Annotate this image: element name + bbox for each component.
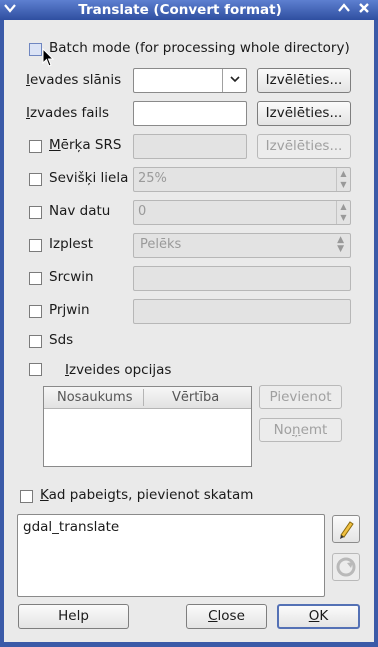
chevron-down-icon[interactable] bbox=[2, 2, 18, 18]
refresh-icon bbox=[336, 557, 356, 577]
creation-options-table[interactable]: Nosaukums Vērtība bbox=[43, 386, 252, 467]
outsize-spinbox[interactable]: 25% ▲ ▼ bbox=[133, 167, 351, 192]
help-button[interactable]: Help bbox=[18, 604, 129, 629]
window-title: Translate (Convert format) bbox=[78, 2, 282, 18]
chevron-up-icon[interactable] bbox=[336, 2, 352, 18]
updown-arrows-icon: ▲ ▼ bbox=[337, 235, 344, 254]
outsize-value: 25% bbox=[138, 171, 167, 186]
reset-command-button[interactable] bbox=[332, 553, 360, 581]
window-bottom-border bbox=[0, 642, 378, 647]
srcwin-label: Srcwin bbox=[49, 269, 94, 285]
target-srs-label: Mērķa SRS bbox=[49, 137, 122, 153]
mouse-cursor-icon bbox=[42, 48, 55, 67]
close-button[interactable]: Close bbox=[186, 604, 267, 629]
close-icon[interactable] bbox=[356, 2, 372, 18]
expand-checkbox[interactable] bbox=[29, 239, 42, 252]
remove-option-button[interactable]: Noņemt bbox=[259, 418, 342, 442]
target-srs-input[interactable] bbox=[133, 134, 247, 159]
spin-arrows-icon[interactable]: ▲ ▼ bbox=[336, 168, 350, 191]
input-layer-label: Ievades slānis bbox=[26, 72, 122, 88]
target-srs-browse-button[interactable]: Izvēlēties... bbox=[257, 134, 351, 159]
load-into-canvas-checkbox[interactable] bbox=[20, 490, 33, 503]
nodata-label: Nav datu bbox=[49, 203, 111, 219]
output-file-input[interactable] bbox=[133, 101, 247, 126]
column-divider bbox=[143, 389, 144, 406]
chevron-down-icon[interactable] bbox=[222, 69, 246, 92]
edit-command-button[interactable] bbox=[332, 515, 360, 543]
output-file-label: Izvades fails bbox=[26, 105, 110, 121]
expand-select[interactable]: Pelēks ▲ ▼ bbox=[133, 233, 351, 258]
batch-mode-checkbox[interactable] bbox=[29, 43, 42, 56]
dialog-window: Translate (Convert format) Batch mode (f… bbox=[0, 0, 378, 647]
ok-button[interactable]: OK bbox=[277, 604, 360, 629]
srcwin-input[interactable] bbox=[133, 266, 351, 291]
command-text-area[interactable]: gdal_translate bbox=[17, 514, 325, 597]
target-srs-checkbox[interactable] bbox=[29, 140, 42, 153]
creation-options-checkbox[interactable] bbox=[29, 363, 42, 376]
input-layer-combo[interactable] bbox=[133, 68, 247, 93]
expand-label: Izplest bbox=[49, 236, 94, 252]
load-into-canvas-label: Kad pabeigts, pievienot skatam bbox=[40, 487, 254, 503]
sds-label: Sds bbox=[49, 332, 74, 348]
outsize-checkbox[interactable] bbox=[29, 173, 42, 186]
expand-value: Pelēks bbox=[140, 237, 182, 252]
title-bar[interactable]: Translate (Convert format) bbox=[0, 0, 378, 20]
prjwin-input[interactable] bbox=[133, 299, 351, 324]
nodata-checkbox[interactable] bbox=[29, 206, 42, 219]
table-header: Nosaukums Vērtība bbox=[44, 387, 251, 409]
creation-options-label: Izveides opcijas bbox=[65, 362, 172, 378]
dialog-body: Batch mode (for processing whole directo… bbox=[4, 20, 374, 642]
batch-mode-label: Batch mode (for processing whole directo… bbox=[49, 40, 350, 56]
nodata-value: 0 bbox=[138, 204, 147, 219]
sds-checkbox[interactable] bbox=[29, 335, 42, 348]
outsize-label: Sevišķi liela bbox=[49, 170, 129, 186]
column-header-value[interactable]: Vērtība bbox=[172, 390, 219, 405]
prjwin-checkbox[interactable] bbox=[29, 305, 42, 318]
column-header-name[interactable]: Nosaukums bbox=[57, 390, 132, 405]
input-layer-browse-button[interactable]: Izvēlēties... bbox=[257, 68, 351, 93]
command-text: gdal_translate bbox=[23, 519, 120, 535]
spin-arrows-icon[interactable]: ▲ ▼ bbox=[336, 201, 350, 224]
add-option-button[interactable]: Pievienot bbox=[259, 385, 342, 409]
srcwin-checkbox[interactable] bbox=[29, 272, 42, 285]
prjwin-label: Prjwin bbox=[49, 302, 90, 318]
nodata-spinbox[interactable]: 0 ▲ ▼ bbox=[133, 200, 351, 225]
output-file-browse-button[interactable]: Izvēlēties... bbox=[257, 101, 351, 126]
pencil-icon bbox=[340, 521, 354, 539]
